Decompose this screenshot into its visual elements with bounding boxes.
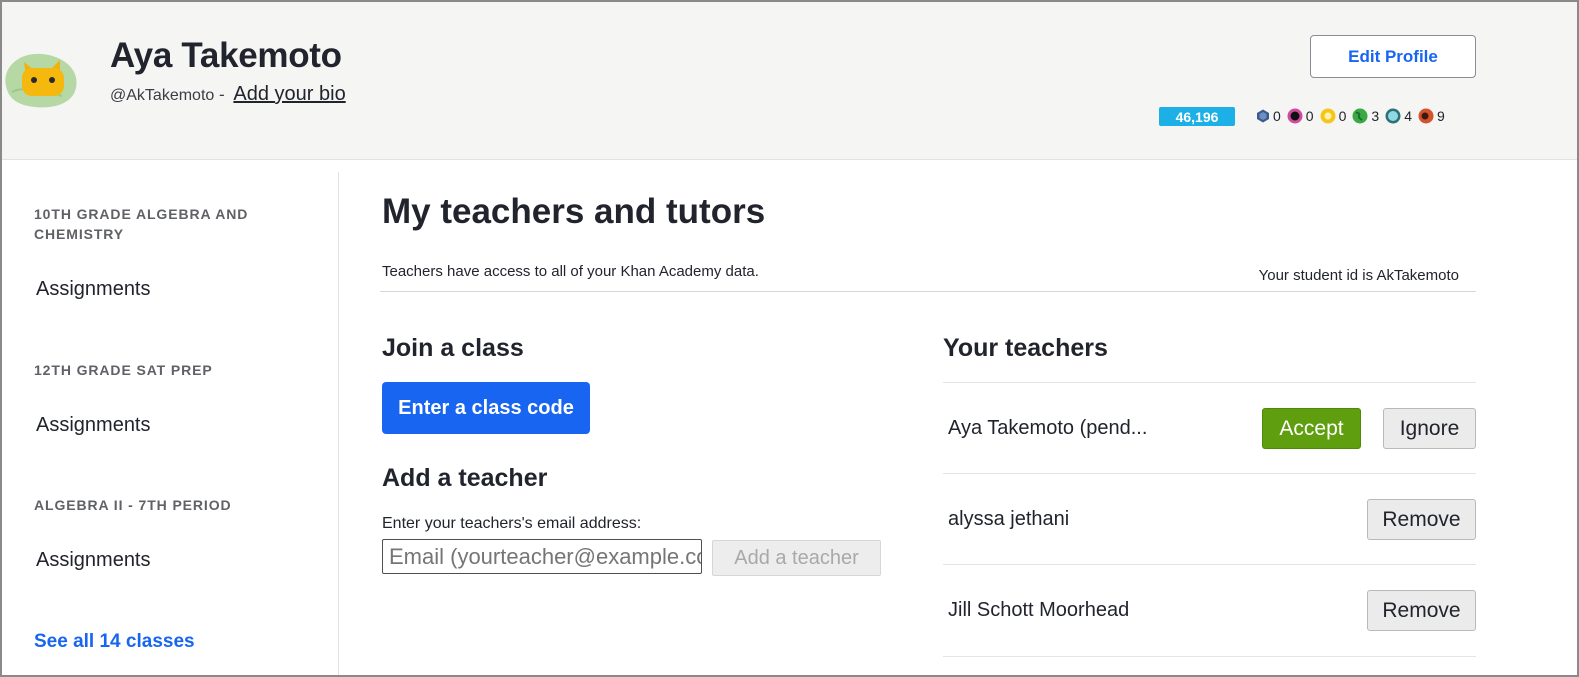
badge-count: 4 bbox=[1404, 108, 1412, 124]
class-sidebar: 10TH GRADE ALGEBRA AND CHEMISTRY Assignm… bbox=[2, 172, 339, 675]
teacher-name: alyssa jethani bbox=[948, 508, 1070, 530]
hex-badge-icon bbox=[1257, 109, 1269, 123]
class-assignments-link[interactable]: Assignments bbox=[36, 278, 151, 301]
edit-profile-button[interactable]: Edit Profile bbox=[1310, 35, 1476, 78]
user-handle: @AkTakemoto bbox=[110, 87, 215, 104]
remove-button[interactable]: Remove bbox=[1367, 499, 1476, 540]
badge-sun[interactable]: 0 bbox=[1320, 108, 1347, 124]
teacher-email-input[interactable]: Email (yourteacher@example.com) bbox=[382, 539, 702, 574]
handle-separator: - bbox=[214, 85, 230, 104]
badge-counts[interactable]: 0 0 0 3 4 9 bbox=[1256, 106, 1451, 126]
class-assignments-link[interactable]: Assignments bbox=[36, 414, 151, 437]
meteorite-badge-icon bbox=[1418, 108, 1434, 124]
add-bio-link[interactable]: Add your bio bbox=[233, 83, 345, 105]
black-hole-badge-icon bbox=[1287, 108, 1303, 124]
student-id: Your student id is AkTakemoto bbox=[1258, 267, 1459, 284]
add-teacher-button[interactable]: Add a teacher bbox=[712, 540, 881, 576]
badge-count: 0 bbox=[1338, 108, 1347, 124]
teacher-row: Aya Takemoto (pend... Accept Ignore bbox=[943, 382, 1476, 473]
avatar[interactable] bbox=[2, 46, 84, 110]
user-subline: @AkTakemoto - Add your bio bbox=[110, 83, 346, 106]
badge-black-hole[interactable]: 0 bbox=[1287, 108, 1314, 124]
teacher-row: Jill Schott Moorhead Remove bbox=[943, 564, 1476, 655]
class-title: 10TH GRADE ALGEBRA AND CHEMISTRY bbox=[34, 206, 249, 242]
teacher-row: alyssa jethani Remove bbox=[943, 473, 1476, 564]
see-all-classes-link[interactable]: See all 14 classes bbox=[34, 631, 195, 653]
badge-count: 3 bbox=[1371, 108, 1380, 124]
moon-badge-icon bbox=[1385, 108, 1401, 124]
badge-earth[interactable]: 3 bbox=[1352, 108, 1379, 124]
badge-hex[interactable]: 0 bbox=[1256, 108, 1281, 124]
add-teacher-heading: Add a teacher bbox=[382, 464, 548, 492]
access-note: Teachers have access to all of your Khan… bbox=[382, 263, 759, 280]
email-field-label: Enter your teachers's email address: bbox=[382, 515, 642, 532]
profile-page: Aya Takemoto @AkTakemoto - Add your bio … bbox=[0, 0, 1579, 677]
accept-button[interactable]: Accept bbox=[1262, 408, 1361, 449]
enter-class-code-button[interactable]: Enter a class code bbox=[382, 382, 590, 434]
badge-count: 0 bbox=[1273, 108, 1281, 124]
earth-badge-icon bbox=[1352, 108, 1368, 124]
teacher-name: Aya Takemoto (pend... bbox=[948, 417, 1148, 439]
class-title: ALGEBRA II - 7TH PERIOD bbox=[34, 497, 232, 513]
user-name: Aya Takemoto bbox=[110, 36, 342, 75]
badge-moon[interactable]: 4 bbox=[1385, 108, 1412, 124]
divider bbox=[943, 656, 1476, 657]
teacher-name: Jill Schott Moorhead bbox=[948, 599, 1130, 621]
class-title: 12TH GRADE SAT PREP bbox=[34, 362, 213, 378]
badge-count: 9 bbox=[1436, 108, 1445, 124]
energy-points-badge: 46,196 bbox=[1159, 107, 1235, 126]
profile-header: Aya Takemoto @AkTakemoto - Add your bio … bbox=[2, 2, 1577, 160]
sun-badge-icon bbox=[1320, 108, 1336, 124]
page-title: My teachers and tutors bbox=[382, 192, 766, 231]
your-teachers-heading: Your teachers bbox=[943, 334, 1108, 362]
class-assignments-link[interactable]: Assignments bbox=[36, 549, 151, 572]
ignore-button[interactable]: Ignore bbox=[1383, 408, 1476, 449]
divider bbox=[380, 291, 1476, 292]
badge-meteorite[interactable]: 9 bbox=[1418, 108, 1445, 124]
badge-count: 0 bbox=[1305, 108, 1314, 124]
join-class-heading: Join a class bbox=[382, 334, 524, 362]
remove-button[interactable]: Remove bbox=[1367, 590, 1476, 631]
